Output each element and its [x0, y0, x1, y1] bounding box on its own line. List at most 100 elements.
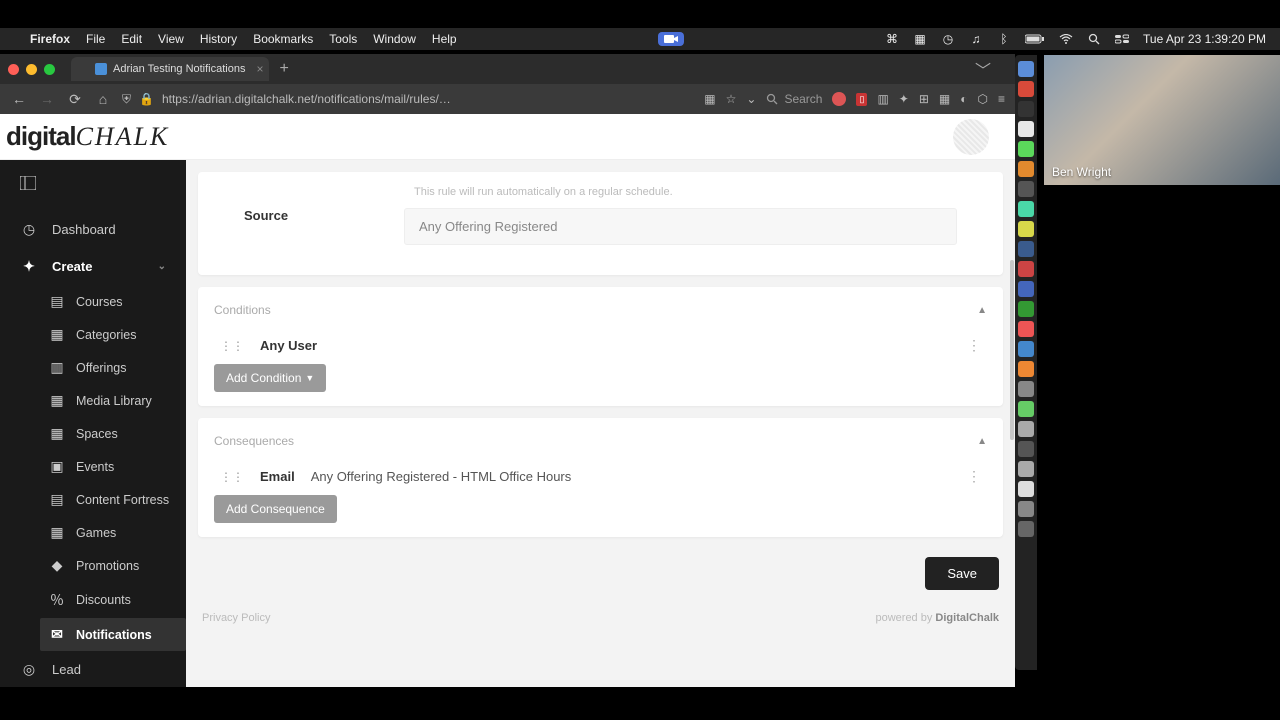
- menu-extra-icon[interactable]: ▦: [913, 32, 927, 46]
- dock-app-icon[interactable]: [1018, 101, 1034, 117]
- dock-app-icon[interactable]: [1018, 461, 1034, 477]
- sidebar-item-media-library[interactable]: ▦Media Library: [40, 384, 186, 417]
- menu-history[interactable]: History: [200, 32, 237, 46]
- sidebar-item-events[interactable]: ▣Events: [40, 450, 186, 483]
- dock-app-icon[interactable]: [1018, 321, 1034, 337]
- source-select[interactable]: Any Offering Registered: [404, 208, 957, 245]
- menu-edit[interactable]: Edit: [121, 32, 142, 46]
- menu-bookmarks[interactable]: Bookmarks: [253, 32, 313, 46]
- dock-app-icon[interactable]: [1018, 501, 1034, 517]
- dock-app-icon[interactable]: [1018, 521, 1034, 537]
- dock-app-icon[interactable]: [1018, 261, 1034, 277]
- extension-icon[interactable]: ✦: [899, 92, 909, 106]
- qr-icon[interactable]: ▦: [704, 92, 715, 106]
- close-window-icon[interactable]: [8, 64, 19, 75]
- dock-app-icon[interactable]: [1018, 361, 1034, 377]
- sidebar-section-lead[interactable]: ◎ Lead: [0, 651, 186, 687]
- bookmark-star-icon[interactable]: ☆: [726, 92, 737, 106]
- address-bar[interactable]: ⛨ 🔒 https://adrian.digitalchalk.net/noti…: [122, 92, 694, 107]
- screen-record-indicator[interactable]: [658, 32, 684, 46]
- dock-app-icon[interactable]: [1018, 381, 1034, 397]
- sidebar-item-offerings[interactable]: ▥Offerings: [40, 351, 186, 384]
- new-tab-button[interactable]: +: [279, 60, 288, 78]
- dock-app-icon[interactable]: [1018, 281, 1034, 297]
- maximize-window-icon[interactable]: [44, 64, 55, 75]
- sidebar-item-notifications[interactable]: ✉Notifications: [40, 618, 186, 651]
- sidebar-item-dashboard[interactable]: ◷ Dashboard: [0, 211, 186, 248]
- row-menu-icon[interactable]: ⋮: [967, 337, 981, 354]
- tabs-overflow-icon[interactable]: ﹀: [975, 57, 991, 81]
- clock-icon[interactable]: ◷: [941, 32, 955, 46]
- extension-icon[interactable]: [832, 92, 846, 106]
- search-box[interactable]: Search: [766, 92, 822, 106]
- scrollbar[interactable]: [1010, 260, 1014, 440]
- sidebar-item-discounts[interactable]: ％Discounts: [40, 582, 186, 618]
- sidebar-item-promotions[interactable]: ◆Promotions: [40, 549, 186, 582]
- dock-app-icon[interactable]: [1018, 61, 1034, 77]
- drag-handle-icon[interactable]: ⋮⋮: [220, 470, 244, 484]
- extension-icon[interactable]: ◐: [960, 92, 967, 106]
- menubar-app[interactable]: Firefox: [30, 32, 70, 46]
- extension-icon[interactable]: ▥: [877, 92, 888, 106]
- menu-file[interactable]: File: [86, 32, 105, 46]
- menu-extra-icon[interactable]: ⌘: [885, 32, 899, 46]
- browser-tab[interactable]: Adrian Testing Notifications ×: [71, 57, 269, 81]
- headphones-icon[interactable]: ♫: [969, 32, 983, 46]
- dock-app-icon[interactable]: [1018, 181, 1034, 197]
- dock-app-icon[interactable]: [1018, 241, 1034, 257]
- home-button[interactable]: ⌂: [94, 91, 112, 107]
- menu-window[interactable]: Window: [373, 32, 416, 46]
- sidebar-item-content-fortress[interactable]: ▤Content Fortress: [40, 483, 186, 516]
- spotlight-icon[interactable]: [1087, 32, 1101, 46]
- dock-app-icon[interactable]: [1018, 421, 1034, 437]
- extension-icon[interactable]: ▦: [939, 92, 950, 106]
- sidebar-item-spaces[interactable]: ▦Spaces: [40, 417, 186, 450]
- menu-tools[interactable]: Tools: [329, 32, 357, 46]
- dock-app-icon[interactable]: [1018, 161, 1034, 177]
- collapse-icon[interactable]: ▲: [977, 305, 987, 316]
- dock-app-icon[interactable]: [1018, 121, 1034, 137]
- add-condition-button[interactable]: Add Condition ▼: [214, 364, 326, 392]
- dock-app-icon[interactable]: [1018, 221, 1034, 237]
- back-button[interactable]: ←: [10, 91, 28, 107]
- dock-app-icon[interactable]: [1018, 341, 1034, 357]
- sidebar-item-courses[interactable]: ▤Courses: [40, 285, 186, 318]
- dock-app-icon[interactable]: [1018, 401, 1034, 417]
- dock-app-icon[interactable]: [1018, 441, 1034, 457]
- reload-button[interactable]: ⟳: [66, 91, 84, 108]
- drag-handle-icon[interactable]: ⋮⋮: [220, 339, 244, 353]
- collapse-icon[interactable]: ▲: [977, 436, 987, 447]
- sidebar-collapse-icon[interactable]: [0, 160, 186, 211]
- menubar-datetime[interactable]: Tue Apr 23 1:39:20 PM: [1143, 32, 1266, 46]
- privacy-link[interactable]: Privacy Policy: [202, 612, 270, 624]
- sidebar-section-create[interactable]: ✦ Create ⌄: [0, 248, 186, 285]
- control-center-icon[interactable]: [1115, 32, 1129, 46]
- extension-badge[interactable]: ▯: [856, 93, 867, 106]
- sidebar-item-games[interactable]: ▦Games: [40, 516, 186, 549]
- bluetooth-icon[interactable]: ᛒ: [997, 32, 1011, 46]
- row-menu-icon[interactable]: ⋮: [967, 468, 981, 485]
- extensions-icon[interactable]: ⬡: [978, 92, 988, 106]
- minimize-window-icon[interactable]: [26, 64, 37, 75]
- menu-view[interactable]: View: [158, 32, 184, 46]
- user-avatar[interactable]: [953, 119, 989, 155]
- dock-app-icon[interactable]: [1018, 301, 1034, 317]
- shield-icon[interactable]: ⛨: [122, 92, 131, 107]
- dock-app-icon[interactable]: [1018, 201, 1034, 217]
- condition-row[interactable]: ⋮⋮ Any User ⋮: [214, 327, 987, 364]
- add-consequence-button[interactable]: Add Consequence: [214, 495, 337, 523]
- forward-button[interactable]: →: [38, 91, 56, 107]
- consequence-row[interactable]: ⋮⋮ Email Any Offering Registered - HTML …: [214, 458, 987, 495]
- battery-icon[interactable]: [1025, 32, 1045, 46]
- save-button[interactable]: Save: [925, 557, 999, 590]
- dock-app-icon[interactable]: [1018, 81, 1034, 97]
- menu-help[interactable]: Help: [432, 32, 457, 46]
- sidebar-item-categories[interactable]: ▦Categories: [40, 318, 186, 351]
- pocket-icon[interactable]: ⌄: [746, 92, 756, 106]
- wifi-icon[interactable]: [1059, 32, 1073, 46]
- dock-app-icon[interactable]: [1018, 481, 1034, 497]
- hamburger-menu-icon[interactable]: ≡: [998, 92, 1005, 106]
- dock-app-icon[interactable]: [1018, 141, 1034, 157]
- participant-video[interactable]: Ben Wright: [1044, 55, 1280, 185]
- window-controls[interactable]: [8, 64, 55, 75]
